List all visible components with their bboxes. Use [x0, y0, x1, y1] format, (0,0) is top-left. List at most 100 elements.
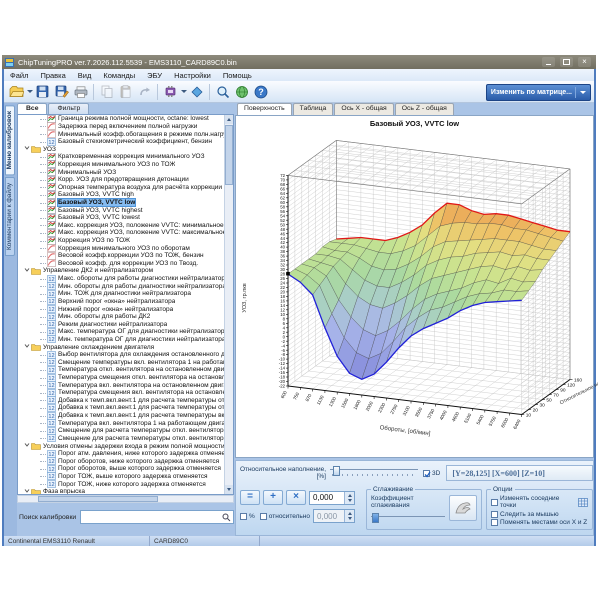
tree-item[interactable]: 12Порог ТОЖ, ниже которого задержка отме… [18, 480, 233, 488]
option-label: Изменять соседние точки [500, 495, 575, 509]
side-tab-0[interactable]: Меню калибровок [5, 105, 15, 175]
menu-item-4[interactable]: ЭБУ [141, 71, 168, 80]
tree-horizontal-scrollbar[interactable] [17, 495, 234, 503]
search-input[interactable] [80, 510, 234, 524]
svg-text:10: 10 [280, 312, 285, 317]
side-tab-1[interactable]: Комментарии к файлу [5, 177, 15, 256]
svg-text:2300: 2300 [377, 402, 386, 414]
refresh-globe-icon[interactable] [232, 83, 251, 101]
view-tab-3[interactable]: Ось Z - общая [395, 103, 454, 115]
expander-icon[interactable] [24, 442, 30, 450]
view-tab-0[interactable]: Поверхность [237, 103, 292, 115]
maximize-button[interactable] [560, 57, 573, 67]
menu-item-6[interactable]: Помощь [217, 71, 258, 80]
compare-icon[interactable] [187, 83, 206, 101]
edit-by-matrix-button[interactable]: Изменить по матрице... [486, 84, 591, 101]
checkbox-percent[interactable]: % [240, 513, 255, 520]
svg-text:0: 0 [283, 334, 286, 339]
tree-item-label: Температура смещения откл. вентилятора н… [58, 374, 233, 381]
tree-vertical-scrollbar[interactable] [224, 115, 233, 494]
tree-item[interactable]: 12Мин. температура ОГ для диагностики не… [18, 336, 233, 344]
save-icon[interactable] [33, 83, 52, 101]
spin-up-icon[interactable] [348, 494, 352, 497]
tree-vscroll-thumb[interactable] [225, 125, 233, 185]
save-as-icon[interactable] [52, 83, 71, 101]
tree-item-label: Температура смещения вкл. вентилятора на… [58, 389, 233, 396]
tree-connector [40, 377, 46, 379]
load-slider[interactable] [330, 467, 418, 479]
tree-connector [40, 118, 46, 120]
tree-item-label: Смещение для расчета температуры откл. в… [58, 435, 233, 442]
tree-item-label: Минимальный коэфф.обогащения в режиме по… [58, 131, 233, 138]
tree-item[interactable]: 12Базовый стехиометрический коэффициент,… [18, 138, 233, 146]
checkbox-3d[interactable]: 3D [423, 470, 440, 477]
checkbox-relative[interactable]: относительно [260, 513, 310, 520]
matrix-dropdown-caret[interactable] [580, 91, 586, 94]
svg-text:30: 30 [540, 403, 546, 409]
expander-icon[interactable] [24, 267, 30, 275]
open-file-icon[interactable] [7, 83, 26, 101]
option-checkbox-1[interactable]: Следить за мышью [491, 511, 588, 518]
print-icon[interactable] [71, 83, 90, 101]
help-icon[interactable]: ? [251, 83, 270, 101]
magnifier-icon[interactable] [222, 513, 231, 522]
svg-text:40: 40 [280, 245, 285, 250]
svg-text:1300: 1300 [328, 396, 337, 408]
value-spinbox[interactable]: 0,000 [309, 491, 355, 505]
search-icon[interactable] [213, 83, 232, 101]
smoothing-slider[interactable] [371, 514, 445, 526]
expander-icon[interactable] [24, 145, 30, 153]
curve-icon [47, 259, 56, 267]
checkbox-box[interactable] [491, 519, 498, 526]
apply-smoothing-button[interactable] [449, 495, 477, 521]
svg-text:66: 66 [280, 186, 285, 191]
menu-item-5[interactable]: Настройки [168, 71, 217, 80]
tree-folder[interactable]: Фаза впрыска [18, 488, 233, 495]
minimize-button[interactable] [542, 57, 555, 67]
smoothing-group-title: Сглаживание [371, 486, 415, 493]
value-spinbox-value[interactable]: 0,000 [310, 493, 344, 502]
svg-text:2000: 2000 [365, 400, 374, 412]
svg-text:3750: 3750 [426, 408, 435, 420]
edit-by-matrix-label: Изменить по матрице... [491, 89, 572, 96]
option-checkbox-2[interactable]: Поменять местами оси X и Z [491, 519, 588, 526]
tree-item-label: Граница режима полной мощности, octane: … [58, 115, 209, 122]
side-tab-strip: Меню калибровок Комментарии к файлу [4, 103, 17, 536]
tree-item[interactable]: 12Смещение для расчета температуры откл.… [18, 435, 233, 443]
add-value-button[interactable]: + [263, 490, 283, 505]
tree-connector [40, 224, 46, 226]
multiply-value-button[interactable]: × [286, 490, 306, 505]
menu-item-1[interactable]: Правка [34, 71, 71, 80]
checkbox-box[interactable] [491, 511, 498, 518]
tree-connector [40, 475, 46, 477]
expander-icon[interactable] [24, 488, 30, 495]
svg-text:6400: 6400 [512, 418, 521, 430]
smoothing-slider-handle[interactable] [372, 513, 379, 523]
close-button[interactable]: × [578, 57, 591, 67]
menu-item-0[interactable]: Файл [4, 71, 34, 80]
smooth-hand-icon [454, 500, 472, 516]
chart-title: Базовый УОЗ, VVTC low [236, 119, 593, 128]
view-tab-2[interactable]: Ось X - общая [334, 103, 393, 115]
set-value-button[interactable]: = [240, 490, 260, 505]
tree-item[interactable]: Весовой коэфф. для коррекции УОЗ по Твоз… [18, 260, 233, 268]
spin-down-icon[interactable] [348, 499, 352, 502]
grid-icon [578, 498, 588, 507]
svg-text:14: 14 [280, 303, 285, 308]
svg-text:46: 46 [280, 231, 285, 236]
expander-icon[interactable] [24, 343, 30, 351]
menu-item-3[interactable]: Команды [97, 71, 141, 80]
tree-hscroll-thumb[interactable] [38, 496, 158, 502]
screenshot-canvas: ChipTuningPRO ver.7.2026.112.5539 - EMS3… [0, 0, 600, 600]
checkbox-box[interactable] [491, 499, 498, 506]
menu-item-2[interactable]: Вид [72, 71, 98, 80]
svg-text:62: 62 [280, 195, 285, 200]
tree-item-label: Макс. обороты для работы диагностики ней… [58, 275, 229, 282]
view-tab-1[interactable]: Таблица [293, 103, 334, 115]
option-checkbox-0[interactable]: Изменять соседние точки [491, 495, 588, 509]
tree-item-label: Смещение температуры вкл. вентилятора 1 … [58, 359, 233, 366]
load-slider-handle[interactable] [333, 466, 340, 476]
surface-chart[interactable]: -22-20-18-16-14-12-10-8-6-4-202468101214… [234, 128, 598, 454]
module-icon[interactable] [161, 83, 180, 101]
relative-spinbox[interactable]: 0,000 [313, 509, 355, 523]
